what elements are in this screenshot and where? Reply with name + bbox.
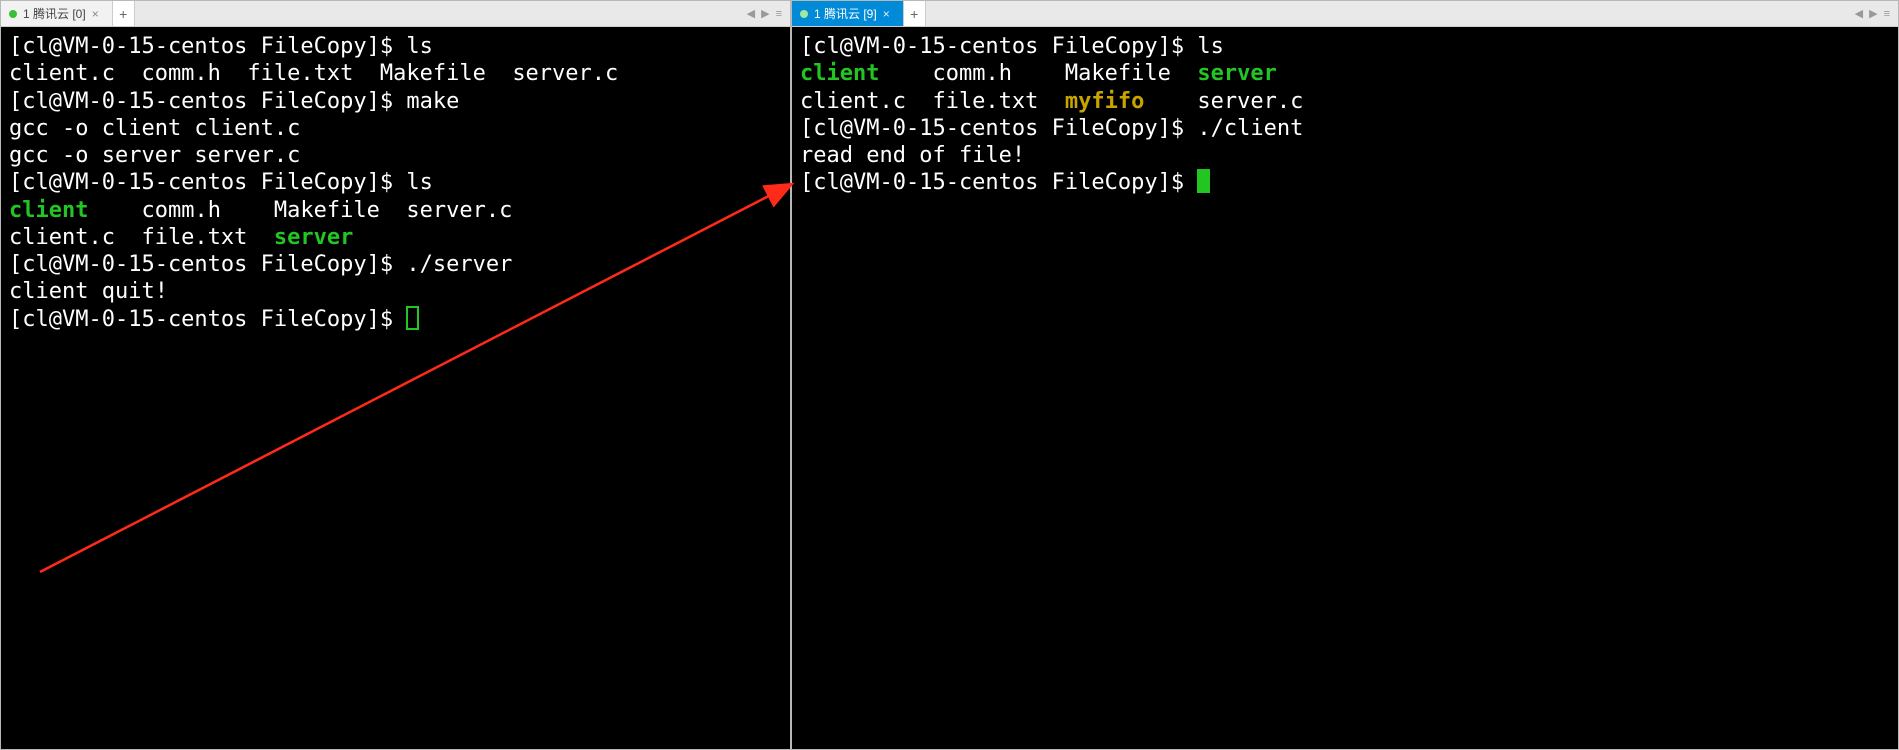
terminal-text: [cl@VM-0-15-centos FileCopy]$ xyxy=(800,170,1197,195)
terminal-text: server xyxy=(1197,61,1276,86)
new-tab-button[interactable]: + xyxy=(113,1,135,26)
terminal-line: [cl@VM-0-15-centos FileCopy]$ ./client xyxy=(800,115,1890,142)
tab-menu-icon[interactable]: ≡ xyxy=(1884,8,1890,20)
terminal-left[interactable]: [cl@VM-0-15-centos FileCopy]$ lsclient.c… xyxy=(1,27,790,749)
terminal-line: client.c file.txt server xyxy=(9,224,782,251)
terminal-right[interactable]: [cl@VM-0-15-centos FileCopy]$ lsclient c… xyxy=(792,27,1898,749)
terminal-line: read end of file! xyxy=(800,142,1890,169)
left-tabbar: 1 腾讯云 [0] × + ◀ ▶ ≡ xyxy=(1,1,790,27)
tab-right[interactable]: 1 腾讯云 [9] × xyxy=(792,1,904,26)
terminal-text: [cl@VM-0-15-centos FileCopy]$ ./server xyxy=(9,252,512,277)
terminal-line: [cl@VM-0-15-centos FileCopy]$ ./server xyxy=(9,251,782,278)
terminal-line: [cl@VM-0-15-centos FileCopy]$ ls xyxy=(800,33,1890,60)
right-pane: 1 腾讯云 [9] × + ◀ ▶ ≡ [cl@VM-0-15-centos F… xyxy=(791,0,1899,750)
terminal-text: gcc -o server server.c xyxy=(9,143,300,168)
tab-next-icon[interactable]: ▶ xyxy=(761,7,769,20)
terminal-text: comm.h Makefile server.c xyxy=(88,198,512,223)
tab-nav: ◀ ▶ ≡ xyxy=(1847,1,1898,26)
close-icon[interactable]: × xyxy=(92,9,102,19)
terminal-text: [cl@VM-0-15-centos FileCopy]$ ls xyxy=(9,34,433,59)
terminal-line: [cl@VM-0-15-centos FileCopy]$ ls xyxy=(9,33,782,60)
tab-prev-icon[interactable]: ◀ xyxy=(1855,7,1863,20)
terminal-text: comm.h Makefile xyxy=(879,61,1197,86)
cursor-icon xyxy=(1197,169,1210,193)
terminal-line: [cl@VM-0-15-centos FileCopy]$ make xyxy=(9,88,782,115)
terminal-line: client comm.h Makefile server xyxy=(800,60,1890,87)
tab-menu-icon[interactable]: ≡ xyxy=(776,8,782,20)
tab-next-icon[interactable]: ▶ xyxy=(1869,7,1877,20)
terminal-line: client quit! xyxy=(9,278,782,305)
status-dot-icon xyxy=(800,10,808,18)
terminal-text: read end of file! xyxy=(800,143,1025,168)
terminal-line: client.c file.txt myfifo server.c xyxy=(800,88,1890,115)
tab-prev-icon[interactable]: ◀ xyxy=(747,7,755,20)
terminal-text: client.c comm.h file.txt Makefile server… xyxy=(9,61,618,86)
terminal-text: server.c xyxy=(1144,89,1303,114)
tab-title: 1 腾讯云 [0] xyxy=(23,5,86,22)
right-tabbar: 1 腾讯云 [9] × + ◀ ▶ ≡ xyxy=(792,1,1898,27)
terminal-text: [cl@VM-0-15-centos FileCopy]$ ls xyxy=(800,34,1224,59)
tab-title: 1 腾讯云 [9] xyxy=(814,5,877,22)
tab-left[interactable]: 1 腾讯云 [0] × xyxy=(1,1,113,26)
terminal-line: gcc -o server server.c xyxy=(9,142,782,169)
terminal-line: [cl@VM-0-15-centos FileCopy]$ ls xyxy=(9,169,782,196)
terminal-text: client xyxy=(800,61,879,86)
terminal-text: client quit! xyxy=(9,279,168,304)
terminal-text: [cl@VM-0-15-centos FileCopy]$ make xyxy=(9,89,459,114)
terminal-text: server xyxy=(274,225,353,250)
terminal-text: myfifo xyxy=(1065,89,1144,114)
new-tab-button[interactable]: + xyxy=(904,1,926,26)
terminal-line: [cl@VM-0-15-centos FileCopy]$ xyxy=(800,169,1890,196)
terminal-line: gcc -o client client.c xyxy=(9,115,782,142)
terminal-line: [cl@VM-0-15-centos FileCopy]$ xyxy=(9,306,782,333)
terminal-text: [cl@VM-0-15-centos FileCopy]$ ./client xyxy=(800,116,1303,141)
terminal-text: client.c file.txt xyxy=(800,89,1065,114)
left-pane: 1 腾讯云 [0] × + ◀ ▶ ≡ [cl@VM-0-15-centos F… xyxy=(0,0,791,750)
status-dot-icon xyxy=(9,10,17,18)
terminal-text: client xyxy=(9,198,88,223)
terminal-line: client comm.h Makefile server.c xyxy=(9,197,782,224)
terminal-line: client.c comm.h file.txt Makefile server… xyxy=(9,60,782,87)
terminal-text: client.c file.txt xyxy=(9,225,274,250)
terminal-text: gcc -o client client.c xyxy=(9,116,300,141)
terminal-text: [cl@VM-0-15-centos FileCopy]$ xyxy=(9,307,406,332)
close-icon[interactable]: × xyxy=(883,9,893,19)
tab-nav: ◀ ▶ ≡ xyxy=(739,1,790,26)
terminal-text: [cl@VM-0-15-centos FileCopy]$ ls xyxy=(9,170,433,195)
cursor-icon xyxy=(406,306,419,330)
